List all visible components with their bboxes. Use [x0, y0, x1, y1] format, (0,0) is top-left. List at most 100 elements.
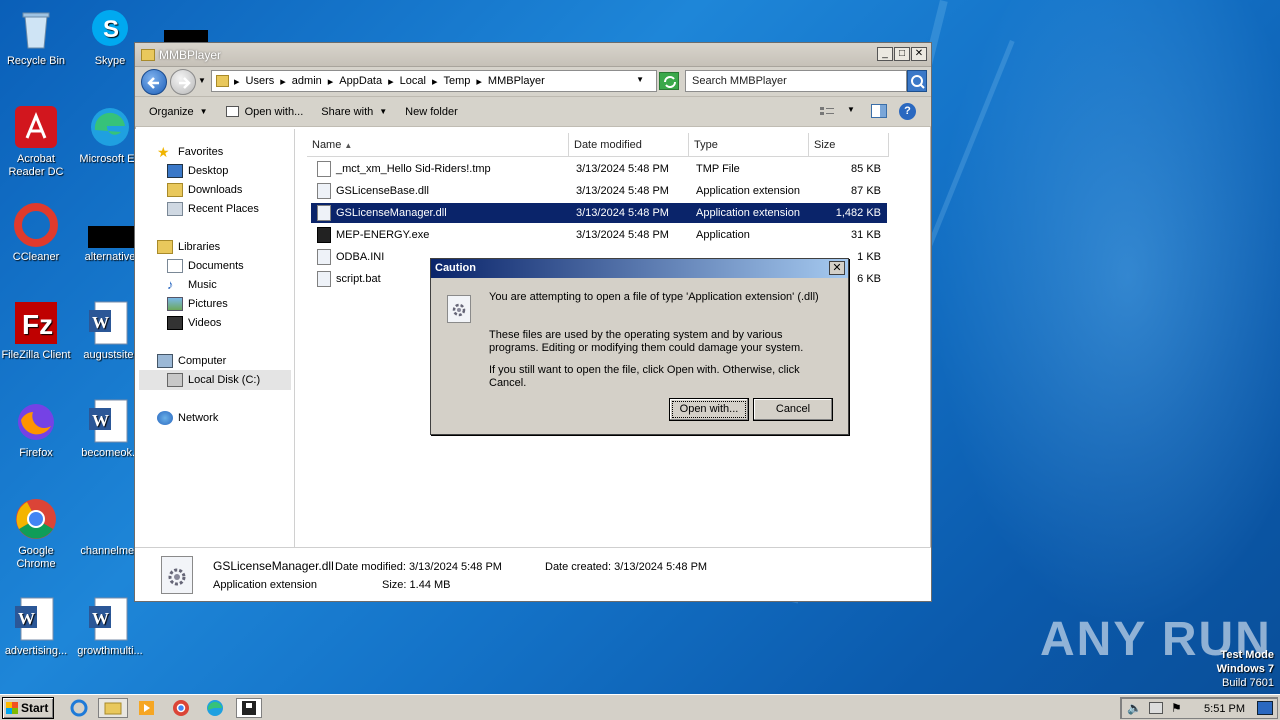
bat-file-icon	[317, 271, 331, 287]
navigation-pane: ★ Favorites Desktop Downloads Recent Plac…	[135, 129, 295, 547]
word-document-icon: W	[87, 398, 133, 444]
exe-app-icon	[317, 227, 331, 243]
refresh-button[interactable]	[659, 72, 679, 90]
maximize-button[interactable]: □	[894, 47, 910, 61]
column-header-date[interactable]: Date modified	[569, 133, 689, 157]
dialog-titlebar[interactable]: Caution ✕	[431, 259, 848, 278]
address-bar[interactable]: ▸ Users ▸ admin ▸ AppData ▸ Local ▸ Temp ▸ MM…	[211, 70, 657, 92]
open-with-button[interactable]: Open with...	[225, 106, 303, 118]
dll-gear-icon	[161, 556, 193, 594]
dll-gear-icon	[317, 205, 331, 221]
organize-button[interactable]: Organize ▼	[149, 106, 208, 118]
breadcrumb-users[interactable]: Users	[246, 75, 275, 87]
breadcrumb-local[interactable]: Local	[400, 75, 426, 87]
clock[interactable]: 5:51 PM	[1204, 703, 1245, 715]
desktop-icon-acrobat[interactable]: Acrobat Reader DC	[0, 104, 72, 179]
svg-text:Fz: Fz	[22, 309, 53, 340]
nav-recent-places[interactable]: Recent Places	[167, 200, 259, 218]
desktop-icon-filezilla[interactable]: Fz FileZilla Client	[0, 300, 72, 362]
dialog-title: Caution	[435, 262, 476, 274]
network-tray-icon[interactable]	[1149, 702, 1163, 714]
file-row-selected[interactable]: GSLicenseManager.dll 3/13/2024 5:48 PM A…	[311, 203, 887, 223]
explorer-titlebar[interactable]: MMBPlayer _ □ ✕	[135, 43, 931, 67]
search-input[interactable]: Search MMBPlayer	[685, 70, 907, 92]
breadcrumb-appdata[interactable]: AppData	[339, 75, 382, 87]
file-row[interactable]: _mct_xm_Hello Sid-Riders!.tmp 3/13/2024 …	[311, 159, 887, 179]
folder-icon	[141, 48, 155, 61]
breadcrumb-admin[interactable]: admin	[292, 75, 322, 87]
details-file-kind: Application extension	[213, 579, 317, 591]
downloads-folder-icon	[167, 183, 183, 197]
nav-local-disk[interactable]: Local Disk (C:)	[139, 370, 291, 390]
desktop-icon-firefox[interactable]: Firefox	[0, 398, 72, 460]
nav-videos[interactable]: Videos	[167, 314, 221, 332]
nav-desktop[interactable]: Desktop	[167, 162, 228, 180]
close-button[interactable]: ✕	[911, 47, 927, 61]
flag-icon[interactable]: ⚑	[1171, 701, 1182, 715]
ini-file-icon	[317, 249, 331, 265]
column-header-type[interactable]: Type	[689, 133, 809, 157]
acrobat-icon	[13, 104, 59, 150]
cancel-button[interactable]: Cancel	[753, 398, 833, 421]
sort-ascending-icon: ▲	[344, 141, 353, 150]
explorer-taskbar-button[interactable]	[98, 698, 128, 718]
minimize-button[interactable]: _	[877, 47, 893, 61]
nav-computer[interactable]: Computer	[157, 352, 226, 370]
window-title: MMBPlayer	[159, 47, 222, 62]
file-row[interactable]: GSLicenseBase.dll 3/13/2024 5:48 PM Appl…	[311, 181, 887, 201]
edge-taskbar-icon[interactable]	[204, 698, 226, 718]
forward-button[interactable]	[170, 69, 196, 95]
ie-taskbar-icon[interactable]	[68, 698, 90, 718]
music-icon: ♪	[167, 277, 174, 292]
back-button[interactable]	[141, 69, 167, 95]
desktop-icon-word-growthmulti[interactable]: W growthmulti...	[74, 596, 146, 658]
help-icon[interactable]: ?	[899, 103, 916, 120]
nav-favorites[interactable]: ★ Favorites	[157, 143, 223, 161]
media-player-taskbar-icon[interactable]	[136, 698, 158, 718]
recent-pages-chevron-icon[interactable]: ▼	[198, 76, 206, 85]
documents-icon	[167, 259, 183, 273]
speaker-icon[interactable]: 🔈	[1127, 701, 1142, 715]
start-button[interactable]: Start	[2, 697, 54, 719]
show-desktop-icon[interactable]	[1257, 701, 1273, 715]
nav-music[interactable]: ♪ Music	[167, 276, 217, 294]
search-button[interactable]	[907, 70, 927, 92]
filezilla-icon: Fz	[13, 300, 59, 346]
open-with-button[interactable]: Open with...	[669, 398, 749, 421]
word-document-icon: W	[87, 596, 133, 642]
details-modified: Date modified: 3/13/2024 5:48 PM	[335, 561, 502, 573]
nav-documents[interactable]: Documents	[167, 257, 244, 275]
windows-logo-icon	[6, 702, 18, 714]
command-bar: Organize ▼ Open with... Share with ▼ New f…	[135, 97, 931, 127]
nav-pictures[interactable]: Pictures	[167, 295, 228, 313]
svg-text:W: W	[92, 313, 109, 332]
dialog-message-warning: These files are used by the operating sy…	[489, 329, 804, 354]
desktop-icon-recycle-bin[interactable]: Recycle Bin	[0, 6, 72, 68]
star-icon: ★	[157, 144, 170, 160]
dialog-close-button[interactable]: ✕	[829, 261, 845, 275]
desktop-icon-ccleaner[interactable]: CCleaner	[0, 202, 72, 264]
app-taskbar-icon[interactable]	[236, 698, 262, 718]
file-row[interactable]: MEP-ENERGY.exe 3/13/2024 5:48 PM Applica…	[311, 225, 887, 245]
desktop-icon-chrome[interactable]: Google Chrome	[0, 496, 72, 571]
skype-icon: S	[87, 6, 133, 52]
caution-dialog[interactable]: Caution ✕ You are attempting to open a f…	[430, 258, 849, 435]
new-folder-button[interactable]: New folder	[405, 106, 458, 118]
preview-pane-icon[interactable]	[871, 104, 887, 118]
svg-text:W: W	[92, 411, 109, 430]
address-dropdown-icon[interactable]: ▼	[636, 75, 644, 84]
view-dropdown-icon[interactable]: ▼	[847, 105, 855, 114]
share-with-button[interactable]: Share with ▼	[321, 106, 387, 118]
nav-network[interactable]: Network	[157, 409, 218, 427]
breadcrumb-temp[interactable]: Temp	[443, 75, 470, 87]
column-header-size[interactable]: Size	[809, 133, 889, 157]
view-options-icon[interactable]	[819, 105, 835, 119]
recent-places-icon	[167, 202, 183, 216]
column-header-name[interactable]: Name ▲	[307, 133, 569, 157]
breadcrumb-mmbplayer[interactable]: MMBPlayer	[488, 75, 545, 87]
nav-downloads[interactable]: Downloads	[167, 181, 242, 199]
desktop-icon-word-advertising[interactable]: W advertising...	[0, 596, 72, 658]
drive-icon	[167, 373, 183, 387]
nav-libraries[interactable]: Libraries	[157, 238, 220, 256]
chrome-taskbar-icon[interactable]	[170, 698, 192, 718]
